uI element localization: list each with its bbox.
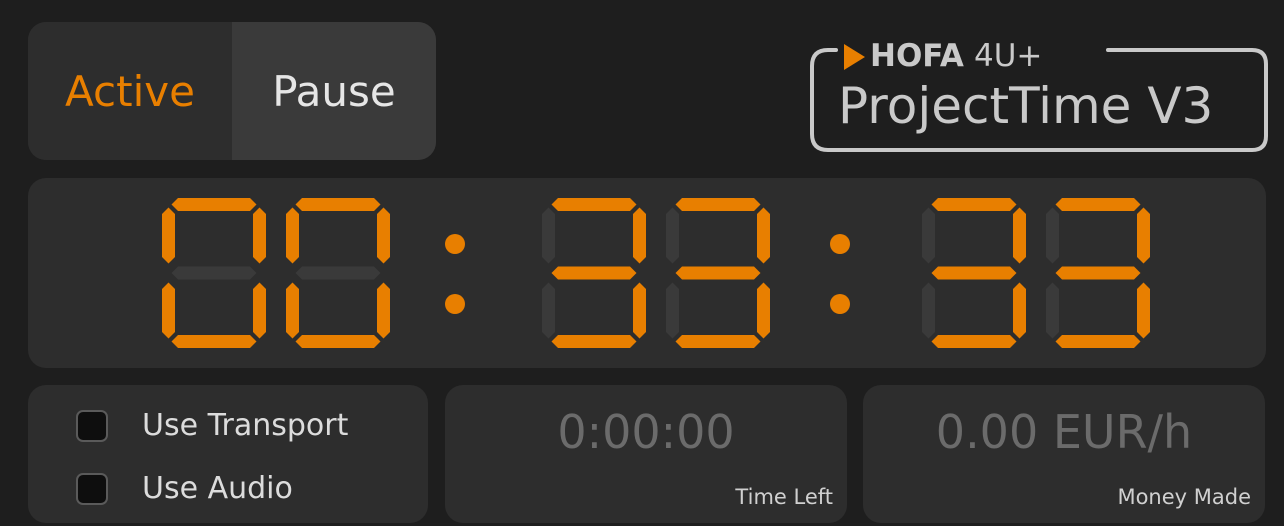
seven-segment-display xyxy=(162,198,1150,348)
segment-e xyxy=(162,282,175,339)
segment-e xyxy=(1046,282,1059,339)
colon-separator xyxy=(830,234,850,314)
elapsed-time-display xyxy=(28,178,1266,368)
segment-g xyxy=(675,266,761,280)
options-panel: Use Transport Use Audio xyxy=(28,385,428,523)
segment-f xyxy=(542,207,555,264)
segment-c xyxy=(1137,282,1150,339)
segment-d xyxy=(931,335,1017,348)
play-triangle-icon xyxy=(844,44,865,70)
time-left-panel[interactable]: 0:00:00 Time Left xyxy=(445,385,847,523)
hours-tens-digit xyxy=(162,198,266,348)
active-pause-toggle[interactable]: Active Pause xyxy=(28,22,436,160)
segment-f xyxy=(1046,207,1059,264)
segment-g xyxy=(295,266,381,280)
colon-dot xyxy=(830,294,850,314)
segment-f xyxy=(286,207,299,264)
logo-edition: 4U+ xyxy=(974,38,1043,74)
segment-c xyxy=(377,282,390,339)
segment-c xyxy=(757,282,770,339)
segment-a xyxy=(551,198,637,211)
time-left-caption: Time Left xyxy=(735,485,833,509)
time-left-value: 0:00:00 xyxy=(557,405,735,459)
segment-g xyxy=(171,266,257,280)
segment-c xyxy=(253,282,266,339)
use-transport-label[interactable]: Use Transport xyxy=(142,408,348,443)
segment-a xyxy=(931,198,1017,211)
use-audio-option[interactable]: Use Audio xyxy=(76,471,293,506)
segment-c xyxy=(1013,282,1026,339)
money-made-panel[interactable]: 0.00 EUR/h Money Made xyxy=(863,385,1265,523)
segment-b xyxy=(377,207,390,264)
segment-d xyxy=(171,335,257,348)
segment-f xyxy=(162,207,175,264)
segment-f xyxy=(666,207,679,264)
segment-b xyxy=(1013,207,1026,264)
money-made-caption: Money Made xyxy=(1117,485,1251,509)
colon-separator xyxy=(445,234,465,314)
active-button[interactable]: Active xyxy=(28,22,232,160)
use-audio-checkbox[interactable] xyxy=(76,472,108,505)
segment-e xyxy=(666,282,679,339)
segment-d xyxy=(551,335,637,348)
segment-g xyxy=(1055,266,1141,280)
segment-a xyxy=(171,198,257,211)
segment-a xyxy=(295,198,381,211)
segment-b xyxy=(757,207,770,264)
segment-d xyxy=(675,335,761,348)
pause-button[interactable]: Pause xyxy=(232,22,436,160)
seconds-ones-digit xyxy=(1046,198,1150,348)
segment-c xyxy=(633,282,646,339)
segment-a xyxy=(1055,198,1141,211)
logo-product-name: ProjectTime V3 xyxy=(838,77,1214,135)
colon-dot xyxy=(445,234,465,254)
segment-e xyxy=(286,282,299,339)
hours-ones-digit xyxy=(286,198,390,348)
segment-e xyxy=(542,282,555,339)
use-transport-option[interactable]: Use Transport xyxy=(76,408,348,443)
logo-brand: HOFA xyxy=(870,38,964,74)
segment-b xyxy=(253,207,266,264)
product-logo: HOFA 4U+ ProjectTime V3 xyxy=(808,30,1268,158)
seconds-tens-digit xyxy=(922,198,1026,348)
segment-b xyxy=(1137,207,1150,264)
colon-dot xyxy=(830,234,850,254)
segment-a xyxy=(675,198,761,211)
use-audio-label[interactable]: Use Audio xyxy=(142,471,293,506)
money-made-value: 0.00 EUR/h xyxy=(935,405,1193,459)
segment-f xyxy=(922,207,935,264)
minutes-ones-digit xyxy=(666,198,770,348)
minutes-tens-digit xyxy=(542,198,646,348)
segment-d xyxy=(1055,335,1141,348)
colon-dot xyxy=(445,294,465,314)
segment-e xyxy=(922,282,935,339)
segment-g xyxy=(551,266,637,280)
segment-g xyxy=(931,266,1017,280)
segment-d xyxy=(295,335,381,348)
use-transport-checkbox[interactable] xyxy=(76,409,108,442)
segment-b xyxy=(633,207,646,264)
